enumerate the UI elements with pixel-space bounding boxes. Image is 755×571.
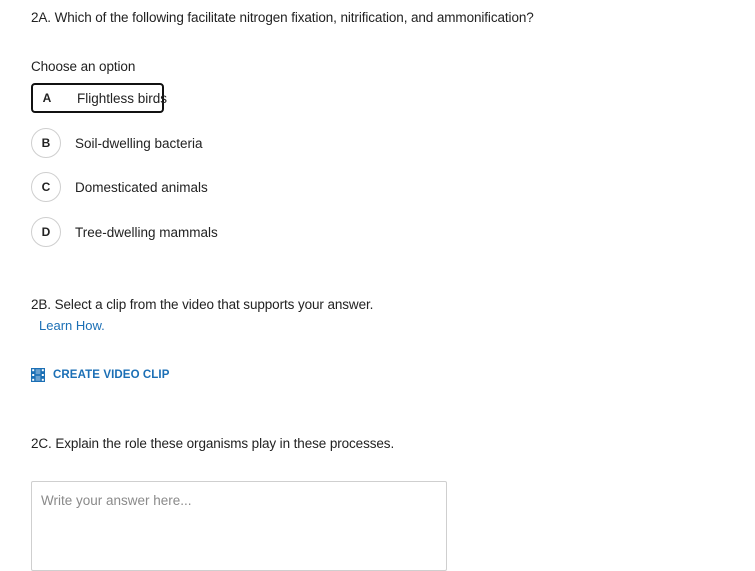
option-label-d: Tree-dwelling mammals (75, 224, 218, 240)
option-letter-c: C (31, 172, 61, 202)
option-label-a: Flightless birds (77, 90, 168, 106)
option-label-c: Domesticated animals (75, 179, 208, 195)
option-b[interactable]: B Soil-dwelling bacteria (31, 128, 203, 158)
option-letter-a: A (33, 85, 61, 111)
answer-textarea[interactable] (31, 481, 447, 571)
option-c[interactable]: C Domesticated animals (31, 172, 208, 202)
option-letter-b: B (31, 128, 61, 158)
question-2a: 2A. Which of the following facilitate ni… (31, 10, 534, 25)
option-label-b: Soil-dwelling bacteria (75, 135, 203, 151)
option-d[interactable]: D Tree-dwelling mammals (31, 217, 218, 247)
create-video-clip-label: CREATE VIDEO CLIP (53, 369, 170, 381)
learn-how-link[interactable]: Learn How. (39, 318, 105, 333)
create-video-clip-button[interactable]: CREATE VIDEO CLIP (31, 368, 170, 382)
option-a[interactable]: A Flightless birds (31, 83, 168, 113)
choose-option-prompt: Choose an option (31, 59, 136, 74)
film-icon (31, 368, 45, 382)
question-2b: 2B. Select a clip from the video that su… (31, 297, 374, 312)
option-letter-d: D (31, 217, 61, 247)
question-2c: 2C. Explain the role these organisms pla… (31, 436, 395, 451)
